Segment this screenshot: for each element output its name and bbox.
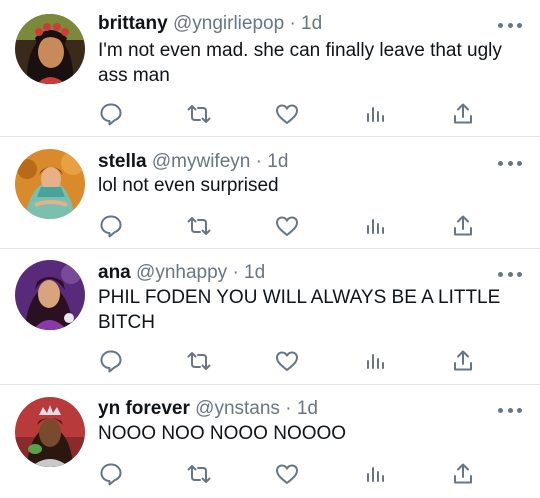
separator: ·	[232, 262, 239, 283]
display-name[interactable]: brittany	[98, 13, 168, 34]
more-icon[interactable]	[498, 156, 522, 170]
more-icon[interactable]	[498, 403, 522, 417]
tweet-text: NOOO NOO NOOO NOOOO	[98, 423, 347, 444]
tweet[interactable]: ana @ynhappy · 1d PHIL FODEN YOU WILL AL…	[0, 249, 540, 385]
reply-icon[interactable]	[98, 461, 124, 487]
display-name[interactable]: ana	[98, 262, 131, 283]
tweet-header: brittany @yngirliepop · 1d	[98, 12, 490, 36]
separator: ·	[285, 398, 292, 419]
reply-icon[interactable]	[98, 213, 124, 239]
timestamp[interactable]: 1d	[244, 262, 265, 283]
username[interactable]: @mywifeyn	[152, 151, 250, 172]
tweet-header: stella @mywifeyn · 1d	[98, 150, 490, 174]
like-icon[interactable]	[274, 213, 300, 239]
tweet-text: I'm not even mad. she can finally leave …	[98, 40, 502, 86]
avatar[interactable]	[15, 14, 85, 84]
tweet-actions	[98, 101, 478, 127]
views-icon[interactable]	[362, 101, 388, 127]
tweet-actions	[98, 213, 478, 239]
tweet-header: ana @ynhappy · 1d	[98, 261, 490, 285]
tweet-actions	[98, 348, 478, 374]
timestamp[interactable]: 1d	[267, 151, 288, 172]
avatar-image	[15, 149, 85, 219]
like-icon[interactable]	[274, 461, 300, 487]
avatar-image	[15, 260, 85, 330]
display-name[interactable]: stella	[98, 151, 147, 172]
display-name[interactable]: yn forever	[98, 398, 190, 419]
tweet-header: yn forever @ynstans · 1d	[98, 397, 490, 421]
avatar-image	[15, 14, 85, 84]
tweet-text: PHIL FODEN YOU WILL ALWAYS BE A LITTLE B…	[98, 287, 501, 333]
retweet-icon[interactable]	[186, 101, 212, 127]
tweet-actions	[98, 461, 478, 487]
more-icon[interactable]	[498, 18, 522, 32]
tweet[interactable]: brittany @yngirliepop · 1d I'm not even …	[0, 0, 540, 137]
username[interactable]: @yngirliepop	[173, 13, 284, 34]
username[interactable]: @ynstans	[195, 398, 280, 419]
tweet-text: lol not even surprised	[98, 175, 279, 196]
tweet[interactable]: yn forever @ynstans · 1d NOOO NOO NOOO N…	[0, 385, 540, 498]
like-icon[interactable]	[274, 101, 300, 127]
avatar[interactable]	[15, 260, 85, 330]
views-icon[interactable]	[362, 348, 388, 374]
views-icon[interactable]	[362, 213, 388, 239]
retweet-icon[interactable]	[186, 348, 212, 374]
separator: ·	[289, 13, 296, 34]
like-icon[interactable]	[274, 348, 300, 374]
timestamp[interactable]: 1d	[297, 398, 318, 419]
share-icon[interactable]	[450, 461, 476, 487]
separator: ·	[255, 151, 262, 172]
reply-icon[interactable]	[98, 101, 124, 127]
reply-icon[interactable]	[98, 348, 124, 374]
timestamp[interactable]: 1d	[301, 13, 322, 34]
more-icon[interactable]	[498, 267, 522, 281]
avatar[interactable]	[15, 397, 85, 467]
username[interactable]: @ynhappy	[136, 262, 227, 283]
retweet-icon[interactable]	[186, 213, 212, 239]
tweet[interactable]: stella @mywifeyn · 1d lol not even surpr…	[0, 137, 540, 249]
avatar[interactable]	[15, 149, 85, 219]
views-icon[interactable]	[362, 461, 388, 487]
avatar-image	[15, 397, 85, 467]
share-icon[interactable]	[450, 213, 476, 239]
retweet-icon[interactable]	[186, 461, 212, 487]
share-icon[interactable]	[450, 101, 476, 127]
share-icon[interactable]	[450, 348, 476, 374]
